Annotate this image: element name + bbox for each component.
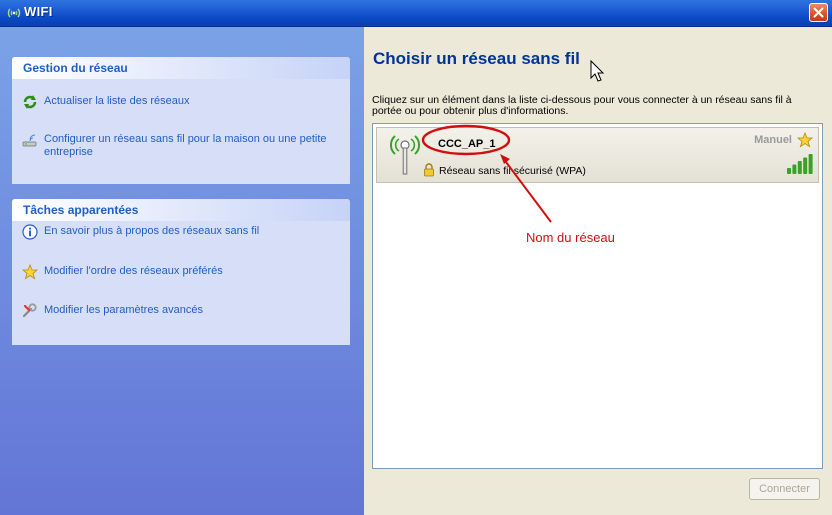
related-tasks-heading: Tâches apparentées [12,199,350,221]
network-list-item[interactable]: CCC_AP_1 Manuel Réseau sans fil sécurisé… [376,127,819,183]
wireless-antenna-icon [389,135,421,175]
star-icon [22,264,38,280]
connect-button[interactable]: Connecter [749,478,820,500]
signal-bar [787,168,791,174]
network-tasks-panel: Gestion du réseau Actualiser la liste de… [12,57,350,184]
close-button[interactable] [809,3,828,22]
refresh-icon [23,95,37,109]
network-security: Réseau sans fil sécurisé (WPA) [439,165,586,177]
related-tasks-panel: Tâches apparentées En savoir plus à prop… [12,199,350,345]
task-pane: Gestion du réseau Actualiser la liste de… [0,27,364,515]
learn-about-wireless-label: En savoir plus à propos des réseaux sans… [44,225,260,237]
change-preferred-order-label: Modifier l'ordre des réseaux préférés [44,265,223,277]
signal-bar [792,164,797,174]
close-icon [813,7,824,18]
signal-strength-icon [787,154,813,174]
advanced-settings-link[interactable]: Modifier les paramètres avancés [22,303,342,318]
refresh-network-list-label: Actualiser la liste des réseaux [44,95,190,107]
wireless-network-window: WIFI Gestion du réseau Actualiser la lis… [0,0,832,515]
network-name-annotation: Nom du réseau [526,230,615,245]
window-title: WIFI [24,4,53,19]
info-icon [22,224,38,240]
network-type: Manuel [754,134,792,146]
setup-wireless-network-label: Configurer un réseau sans fil pour la ma… [44,133,327,158]
signal-bar [803,157,808,174]
network-tasks-heading: Gestion du réseau [12,57,350,79]
learn-about-wireless-link[interactable]: En savoir plus à propos des réseaux sans… [22,224,342,240]
page-title: Choisir un réseau sans fil [373,49,580,68]
network-name: CCC_AP_1 [438,138,496,150]
setup-wireless-network-link[interactable]: Configurer un réseau sans fil pour la ma… [22,133,342,159]
preferred-star-icon [797,132,813,148]
advanced-settings-label: Modifier les paramètres avancés [44,304,203,316]
wireless-title-icon [7,8,21,18]
settings-icon [22,303,37,318]
wireless-setup-icon [22,134,37,147]
signal-bar [797,161,802,174]
title-bar[interactable]: WIFI [0,0,832,27]
change-preferred-order-link[interactable]: Modifier l'ordre des réseaux préférés [22,264,342,280]
lock-icon [424,163,434,177]
network-list[interactable]: CCC_AP_1 Manuel Réseau sans fil sécurisé… [372,123,823,469]
refresh-network-list-link[interactable]: Actualiser la liste des réseaux [22,95,342,109]
signal-bar [808,154,813,174]
main-content: Choisir un réseau sans fil Cliquez sur u… [364,27,832,515]
instructions-text: Cliquez sur un élément dans la liste ci-… [372,94,792,117]
